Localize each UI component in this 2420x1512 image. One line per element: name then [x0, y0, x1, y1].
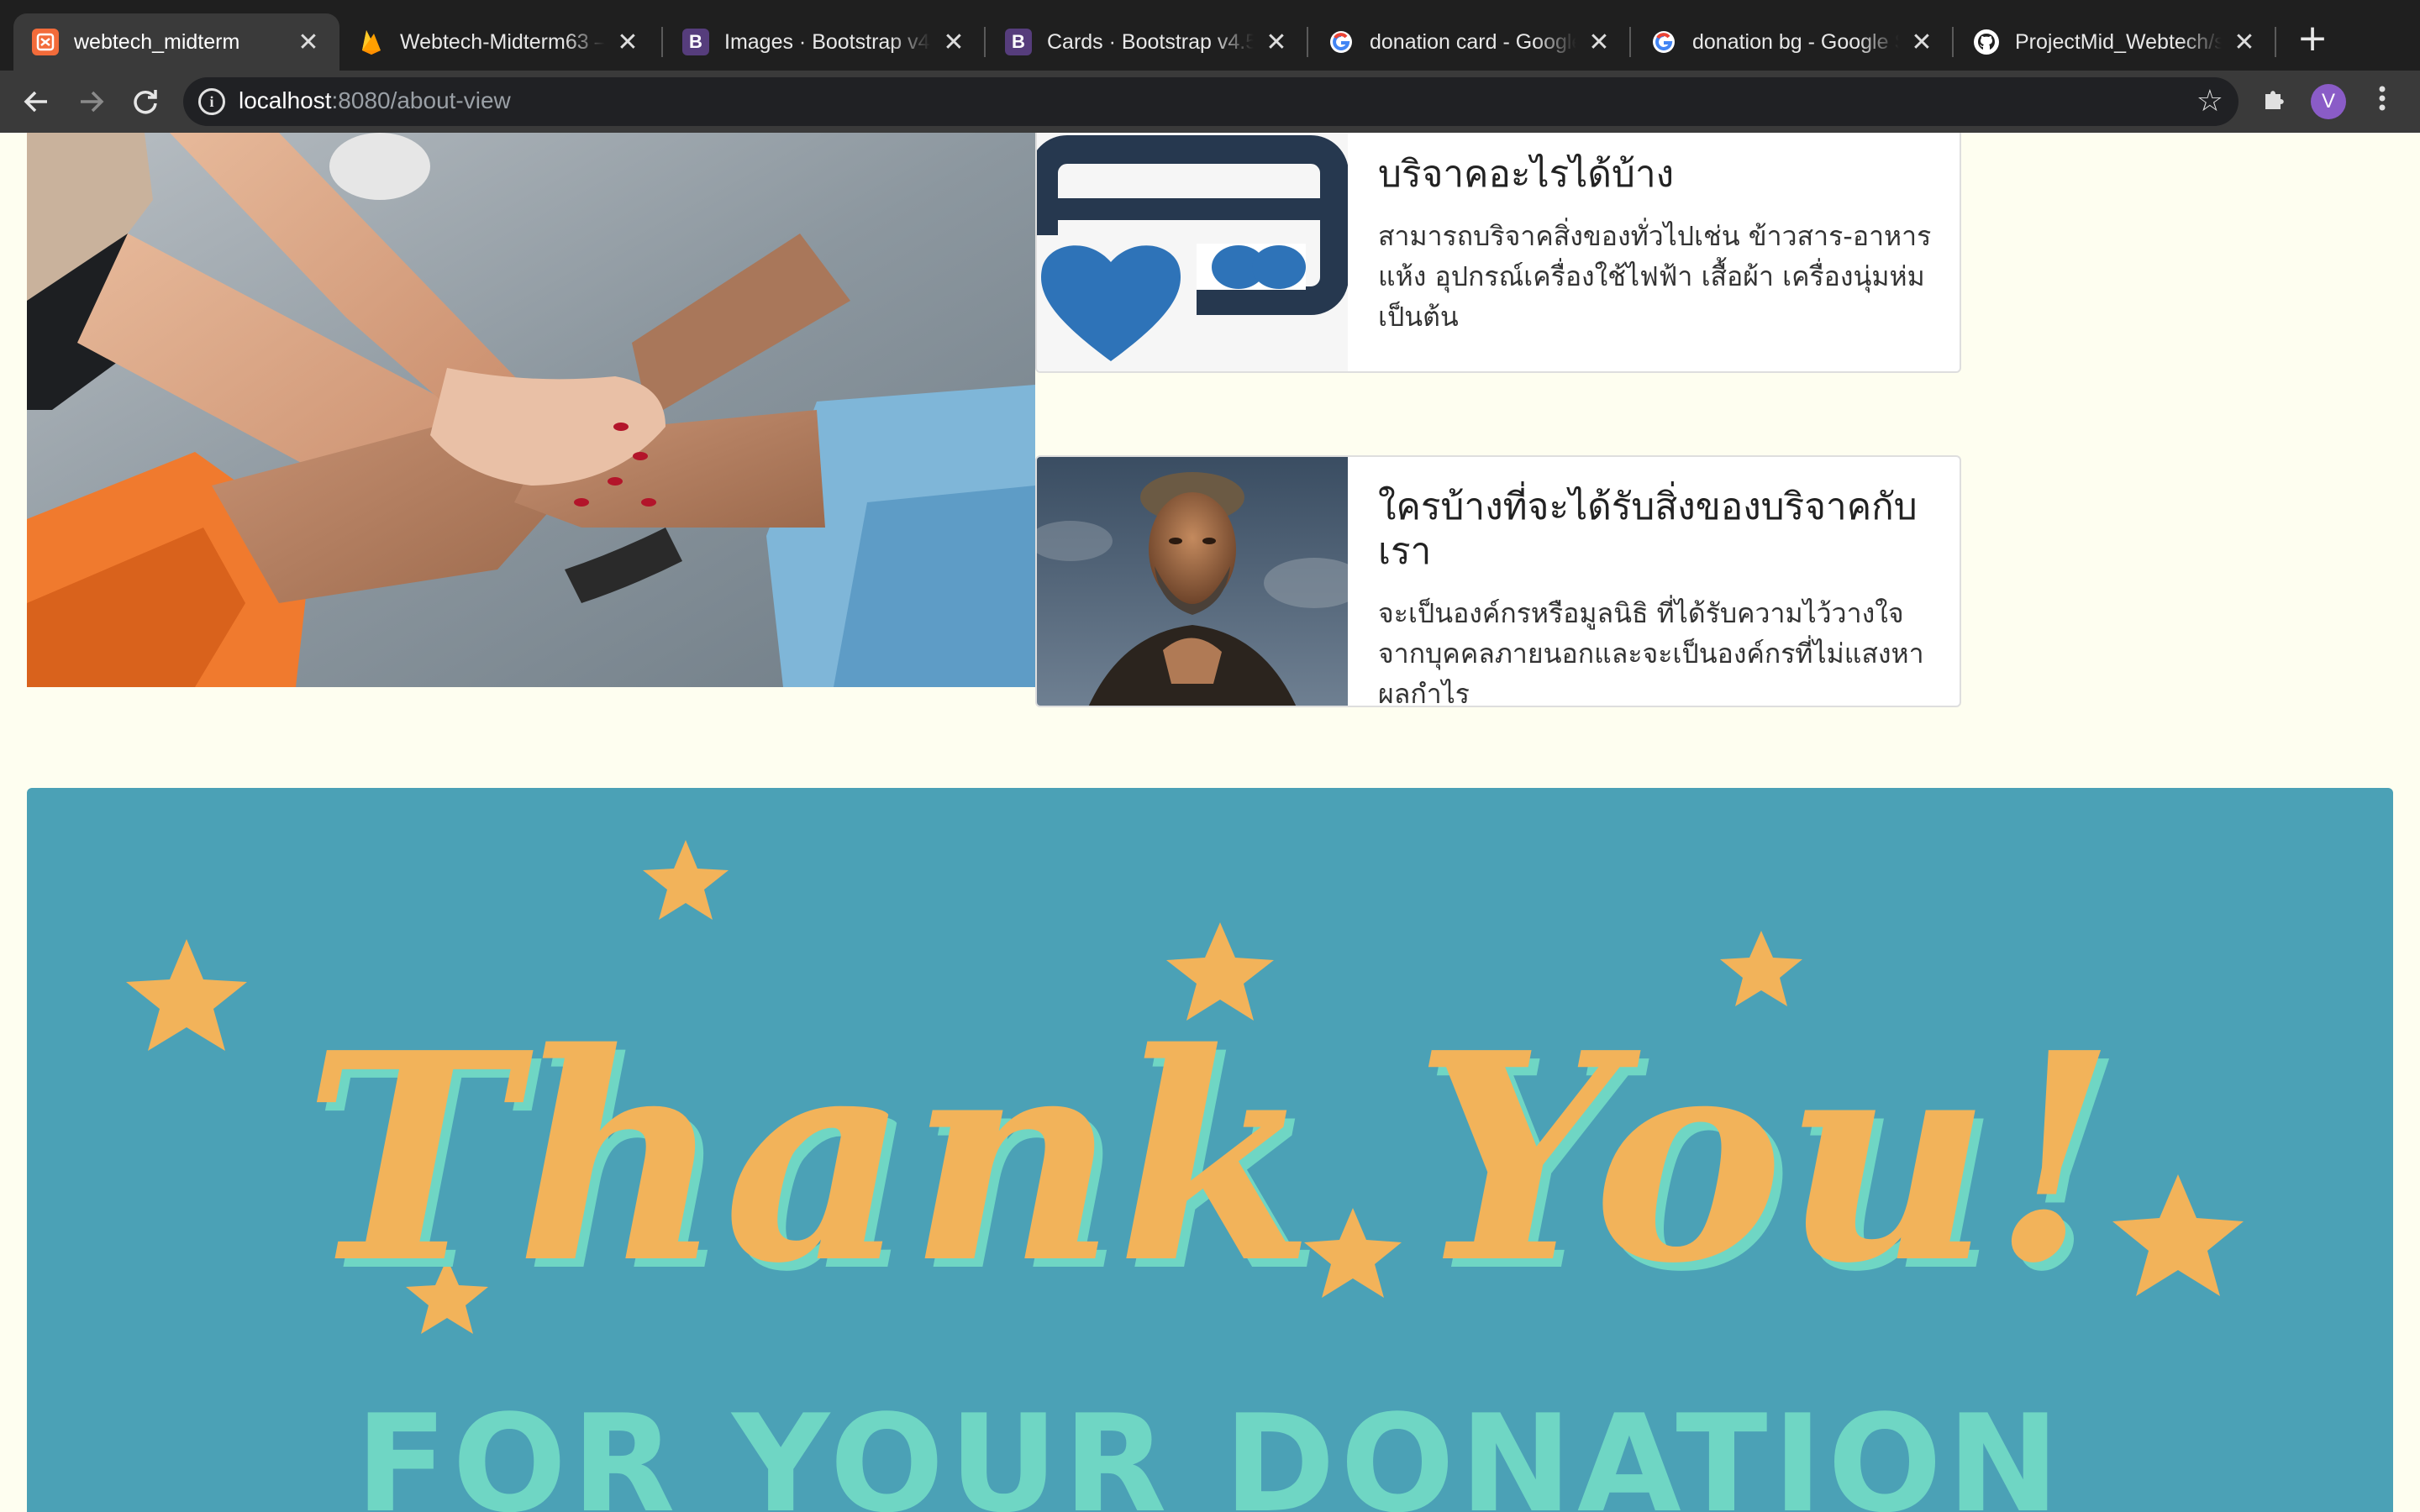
tab-bootstrap-images[interactable]: B Images · Bootstrap v4. ✕ — [664, 13, 985, 71]
bootstrap-icon: B — [682, 29, 709, 55]
elderly-man-photo — [1037, 457, 1365, 706]
site-info-icon[interactable]: i — [198, 88, 225, 115]
tab-strip: webtech_midterm ✕ Webtech-Midterm63 – ✕ … — [0, 0, 2420, 71]
xampp-icon — [32, 29, 59, 55]
tab-google-donation-card[interactable]: donation card - Google ✕ — [1309, 13, 1630, 71]
google-icon — [1328, 29, 1355, 55]
github-icon — [1973, 29, 2000, 55]
close-tab-icon[interactable]: ✕ — [1909, 28, 1934, 57]
tab-title: Cards · Bootstrap v4.5 — [1047, 29, 1254, 54]
tab-separator — [2275, 27, 2276, 57]
tab-title: Images · Bootstrap v4. — [724, 29, 931, 54]
tab-title: ProjectMid_Webtech/s — [2015, 29, 2222, 54]
google-icon — [1650, 29, 1677, 55]
for-your-donation-text: FOR YOUR DONATION — [355, 1385, 2065, 1512]
tab-title: donation bg - Google S — [1692, 29, 1899, 54]
url-host: localhost — [239, 87, 332, 113]
tab-bootstrap-cards[interactable]: B Cards · Bootstrap v4.5 ✕ — [986, 13, 1307, 71]
close-tab-icon[interactable]: ✕ — [1586, 28, 1612, 57]
tab-separator — [1952, 27, 1954, 57]
tab-github-project[interactable]: ProjectMid_Webtech/s ✕ — [1954, 13, 2275, 71]
tab-google-donation-bg[interactable]: donation bg - Google S ✕ — [1632, 13, 1953, 71]
bootstrap-icon: B — [1005, 29, 1032, 55]
profile-avatar[interactable]: V — [2311, 84, 2346, 119]
tab-title: webtech_midterm — [74, 29, 240, 54]
card-text: จะเป็นองค์กรหรือมูลนิธิ ที่ได้รับความไว้… — [1378, 596, 1924, 707]
recipients-info-card: ใครบ้างที่จะได้รับสิ่งของบริจาคกับเรา จะ… — [1035, 455, 1961, 707]
forward-arrow-icon — [81, 91, 104, 113]
tab-firebase[interactable]: Webtech-Midterm63 – ✕ — [339, 13, 659, 71]
tab-separator — [661, 27, 663, 57]
page-viewport: บริจาคอะไรได้บ้าง สามารถบริจาคสิ่งของทั่… — [0, 133, 2420, 1512]
close-tab-icon[interactable]: ✕ — [296, 28, 321, 57]
thank-you-banner: Thank You! Thank You! FOR YOUR DONATION — [27, 788, 2393, 1512]
close-tab-icon[interactable]: ✕ — [941, 28, 966, 57]
browser-menu-icon[interactable] — [2370, 84, 2395, 119]
back-button[interactable] — [17, 82, 55, 121]
close-tab-icon[interactable]: ✕ — [2232, 28, 2257, 57]
tab-webtech-midterm[interactable]: webtech_midterm ✕ — [13, 13, 339, 71]
bookmark-star-icon[interactable]: ☆ — [2196, 84, 2223, 118]
extensions-puzzle-icon[interactable] — [2259, 86, 2291, 118]
donation-info-card: บริจาคอะไรได้บ้าง สามารถบริจาคสิ่งของทั่… — [1035, 133, 1961, 373]
card-body: ใครบ้างที่จะได้รับสิ่งของบริจาคกับเรา จะ… — [1378, 486, 1949, 707]
back-arrow-icon — [24, 91, 47, 113]
address-bar[interactable]: i localhost:8080/about-view ☆ — [183, 77, 2238, 126]
thank-you-script-front: Thank You! — [303, 991, 2117, 1326]
tab-separator — [984, 27, 986, 57]
card-body: บริจาคอะไรได้บ้าง สามารถบริจาคสิ่งของทั่… — [1378, 153, 1933, 337]
card-text: สามารถบริจาคสิ่งของทั่วไปเช่น ข้าวสาร-อา… — [1378, 219, 1932, 333]
tab-title: donation card - Google — [1370, 29, 1576, 54]
reload-button[interactable] — [126, 82, 165, 121]
firebase-icon — [358, 29, 385, 55]
tab-title: Webtech-Midterm63 – — [400, 29, 605, 54]
close-tab-icon[interactable]: ✕ — [615, 28, 640, 57]
close-tab-icon[interactable]: ✕ — [1264, 28, 1289, 57]
address-url[interactable]: localhost:8080/about-view — [239, 87, 511, 114]
tab-separator — [1307, 27, 1308, 57]
reload-icon — [134, 90, 157, 114]
url-path: :8080/about-view — [331, 87, 511, 113]
donation-card-heart-icon — [1037, 133, 1349, 371]
card-title: บริจาคอะไรได้บ้าง — [1378, 153, 1675, 196]
hands-together-photo — [27, 133, 1035, 687]
forward-button[interactable] — [72, 82, 111, 121]
new-tab-button[interactable]: + — [2292, 18, 2333, 59]
tab-separator — [1629, 27, 1631, 57]
browser-toolbar: i localhost:8080/about-view ☆ V — [0, 71, 2420, 133]
card-title: ใครบ้างที่จะได้รับสิ่งของบริจาคกับเรา — [1378, 486, 1918, 573]
